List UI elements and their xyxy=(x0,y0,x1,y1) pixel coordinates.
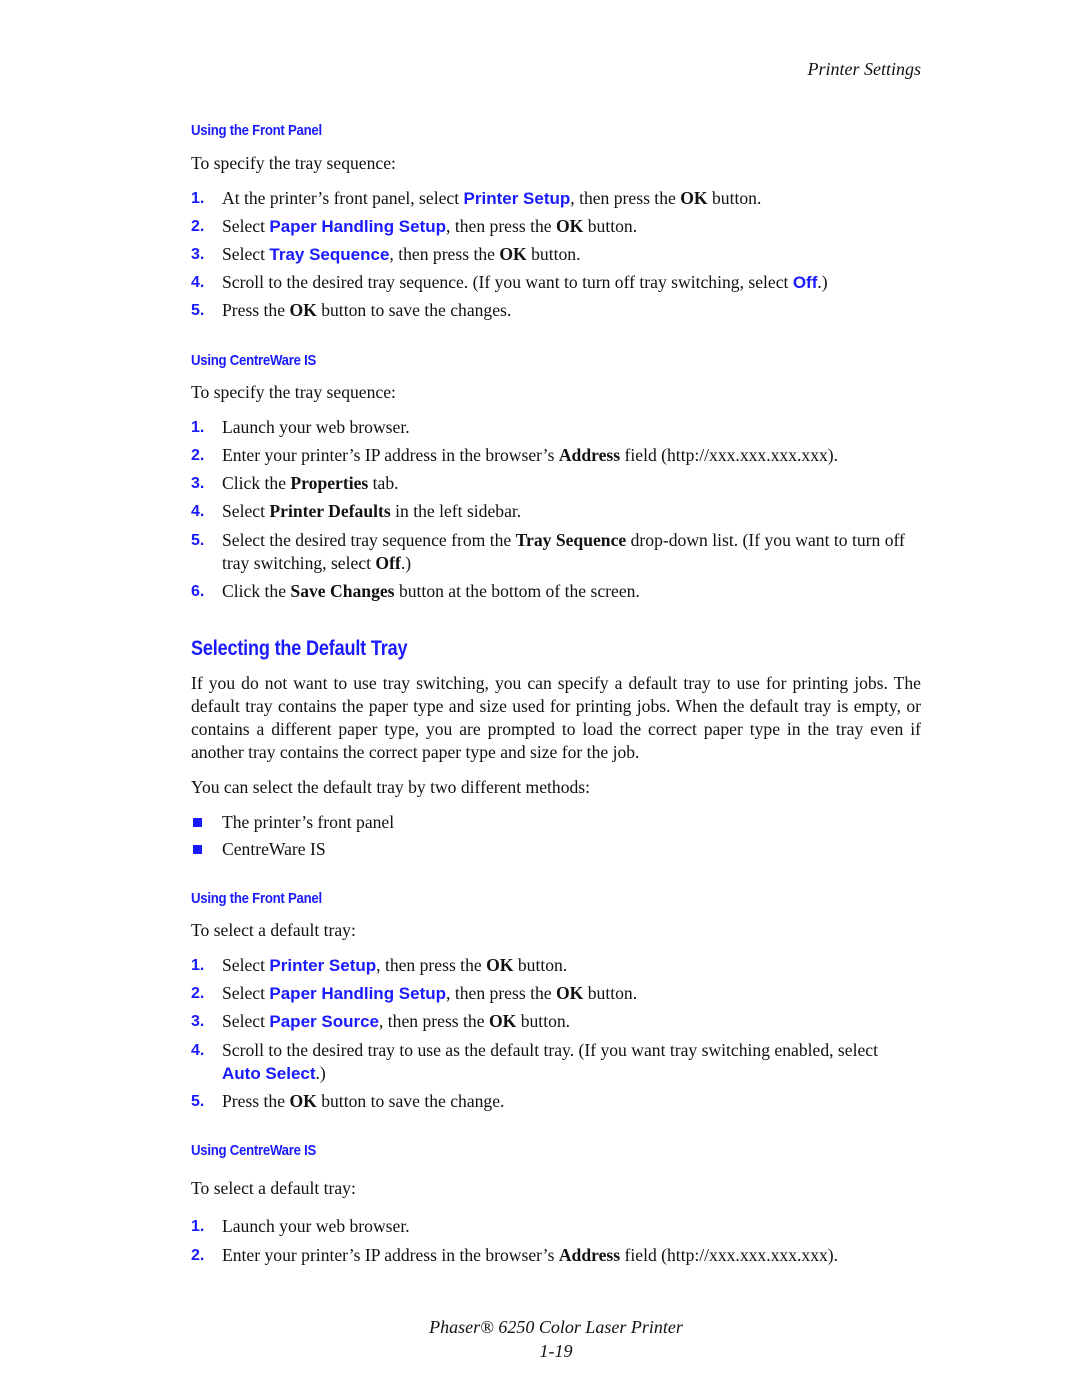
step-text: Select the desired tray sequence from th… xyxy=(222,530,905,573)
step-text: Select Printer Setup, then press the OK … xyxy=(222,955,568,975)
ui-term: Paper Source xyxy=(269,1012,379,1031)
bullet-item: CentreWare IS xyxy=(191,838,921,861)
ui-term: Printer Setup xyxy=(463,189,571,208)
subheading-centreware: Using CentreWare IS xyxy=(191,352,317,369)
step-number: 1. xyxy=(191,957,205,974)
section-heading: Selecting the Default Tray xyxy=(191,637,408,660)
list-item: 3. Select Paper Source, then press the O… xyxy=(191,1010,921,1033)
body-paragraph: If you do not want to use tray switching… xyxy=(191,673,921,762)
intro-text: To specify the tray sequence: xyxy=(191,153,396,173)
step-text: Select Printer Defaults in the left side… xyxy=(222,501,522,521)
list-item: 4. Scroll to the desired tray to use as … xyxy=(191,1039,921,1085)
step-text: Click the Save Changes button at the bot… xyxy=(222,581,640,601)
step-number: 1. xyxy=(191,419,205,436)
step-text: Scroll to the desired tray sequence. (If… xyxy=(222,272,828,292)
ui-term: Tray Sequence xyxy=(269,245,390,264)
ui-term: Paper Handling Setup xyxy=(269,217,447,236)
list-item: 1. Launch your web browser. xyxy=(191,416,921,439)
step-number: 2. xyxy=(191,218,205,235)
subheading-centreware: Using CentreWare IS xyxy=(191,1142,317,1159)
step-text: Select Tray Sequence, then press the OK … xyxy=(222,244,581,264)
list-item: 1. Select Printer Setup, then press the … xyxy=(191,954,921,977)
step-text: Launch your web browser. xyxy=(222,1216,410,1236)
step-text: Select Paper Handling Setup, then press … xyxy=(222,216,638,236)
list-item: 3. Click the Properties tab. xyxy=(191,472,921,495)
page-number: 1-19 xyxy=(539,1341,573,1361)
intro-text: To select a default tray: xyxy=(191,1178,356,1198)
step-text: Launch your web browser. xyxy=(222,417,410,437)
step-number: 6. xyxy=(191,583,205,600)
step-number: 1. xyxy=(191,190,205,207)
intro-text: To specify the tray sequence: xyxy=(191,382,396,402)
list-item: 2. Select Paper Handling Setup, then pre… xyxy=(191,982,921,1005)
ui-term: Paper Handling Setup xyxy=(269,984,447,1003)
running-header: Printer Settings xyxy=(807,59,922,79)
step-text: At the printer’s front panel, select Pri… xyxy=(222,188,762,208)
list-item: 4. Scroll to the desired tray sequence. … xyxy=(191,271,921,294)
ui-term: Auto Select xyxy=(222,1064,316,1083)
step-number: 5. xyxy=(191,302,205,319)
step-number: 4. xyxy=(191,274,205,291)
list-item: 1. At the printer’s front panel, select … xyxy=(191,187,921,210)
step-number: 3. xyxy=(191,246,205,263)
step-number: 4. xyxy=(191,1042,205,1059)
list-item: 5. Press the OK button to save the chang… xyxy=(191,299,921,322)
list-item: 2. Enter your printer’s IP address in th… xyxy=(191,1244,921,1267)
step-text: Press the OK button to save the changes. xyxy=(222,300,512,320)
footer-product: Phaser® 6250 Color Laser Printer xyxy=(429,1317,683,1337)
step-number: 2. xyxy=(191,1247,205,1264)
square-bullet-icon xyxy=(193,818,202,827)
list-item: 4. Select Printer Defaults in the left s… xyxy=(191,500,921,523)
document-page: Printer Settings Using the Front Panel T… xyxy=(0,0,1080,1397)
list-item: 1. Launch your web browser. xyxy=(191,1215,921,1238)
step-text: Select Paper Source, then press the OK b… xyxy=(222,1011,571,1031)
step-number: 5. xyxy=(191,532,205,549)
ui-term: Printer Setup xyxy=(269,956,377,975)
list-item: 5. Select the desired tray sequence from… xyxy=(191,529,921,575)
list-item: 3. Select Tray Sequence, then press the … xyxy=(191,243,921,266)
step-number: 2. xyxy=(191,985,205,1002)
step-text: Scroll to the desired tray to use as the… xyxy=(222,1040,878,1083)
list-item: 2. Enter your printer’s IP address in th… xyxy=(191,444,921,467)
step-text: Click the Properties tab. xyxy=(222,473,399,493)
list-item: 2. Select Paper Handling Setup, then pre… xyxy=(191,215,921,238)
step-number: 4. xyxy=(191,503,205,520)
step-number: 1. xyxy=(191,1218,205,1235)
step-text: Press the OK button to save the change. xyxy=(222,1091,505,1111)
intro-text: To select a default tray: xyxy=(191,920,356,940)
step-text: Enter your printer’s IP address in the b… xyxy=(222,445,839,465)
step-text: Enter your printer’s IP address in the b… xyxy=(222,1245,839,1265)
subheading-front-panel: Using the Front Panel xyxy=(191,122,322,139)
step-number: 3. xyxy=(191,1013,205,1030)
step-number: 3. xyxy=(191,475,205,492)
step-text: Select Paper Handling Setup, then press … xyxy=(222,983,638,1003)
bullet-item: The printer’s front panel xyxy=(191,811,921,834)
methods-intro: You can select the default tray by two d… xyxy=(191,777,591,797)
list-item: 5. Press the OK button to save the chang… xyxy=(191,1090,921,1113)
square-bullet-icon xyxy=(193,845,202,854)
step-number: 5. xyxy=(191,1093,205,1110)
list-item: 6. Click the Save Changes button at the … xyxy=(191,580,921,603)
subheading-front-panel: Using the Front Panel xyxy=(191,890,322,907)
step-number: 2. xyxy=(191,447,205,464)
ui-term: Off xyxy=(792,273,818,292)
